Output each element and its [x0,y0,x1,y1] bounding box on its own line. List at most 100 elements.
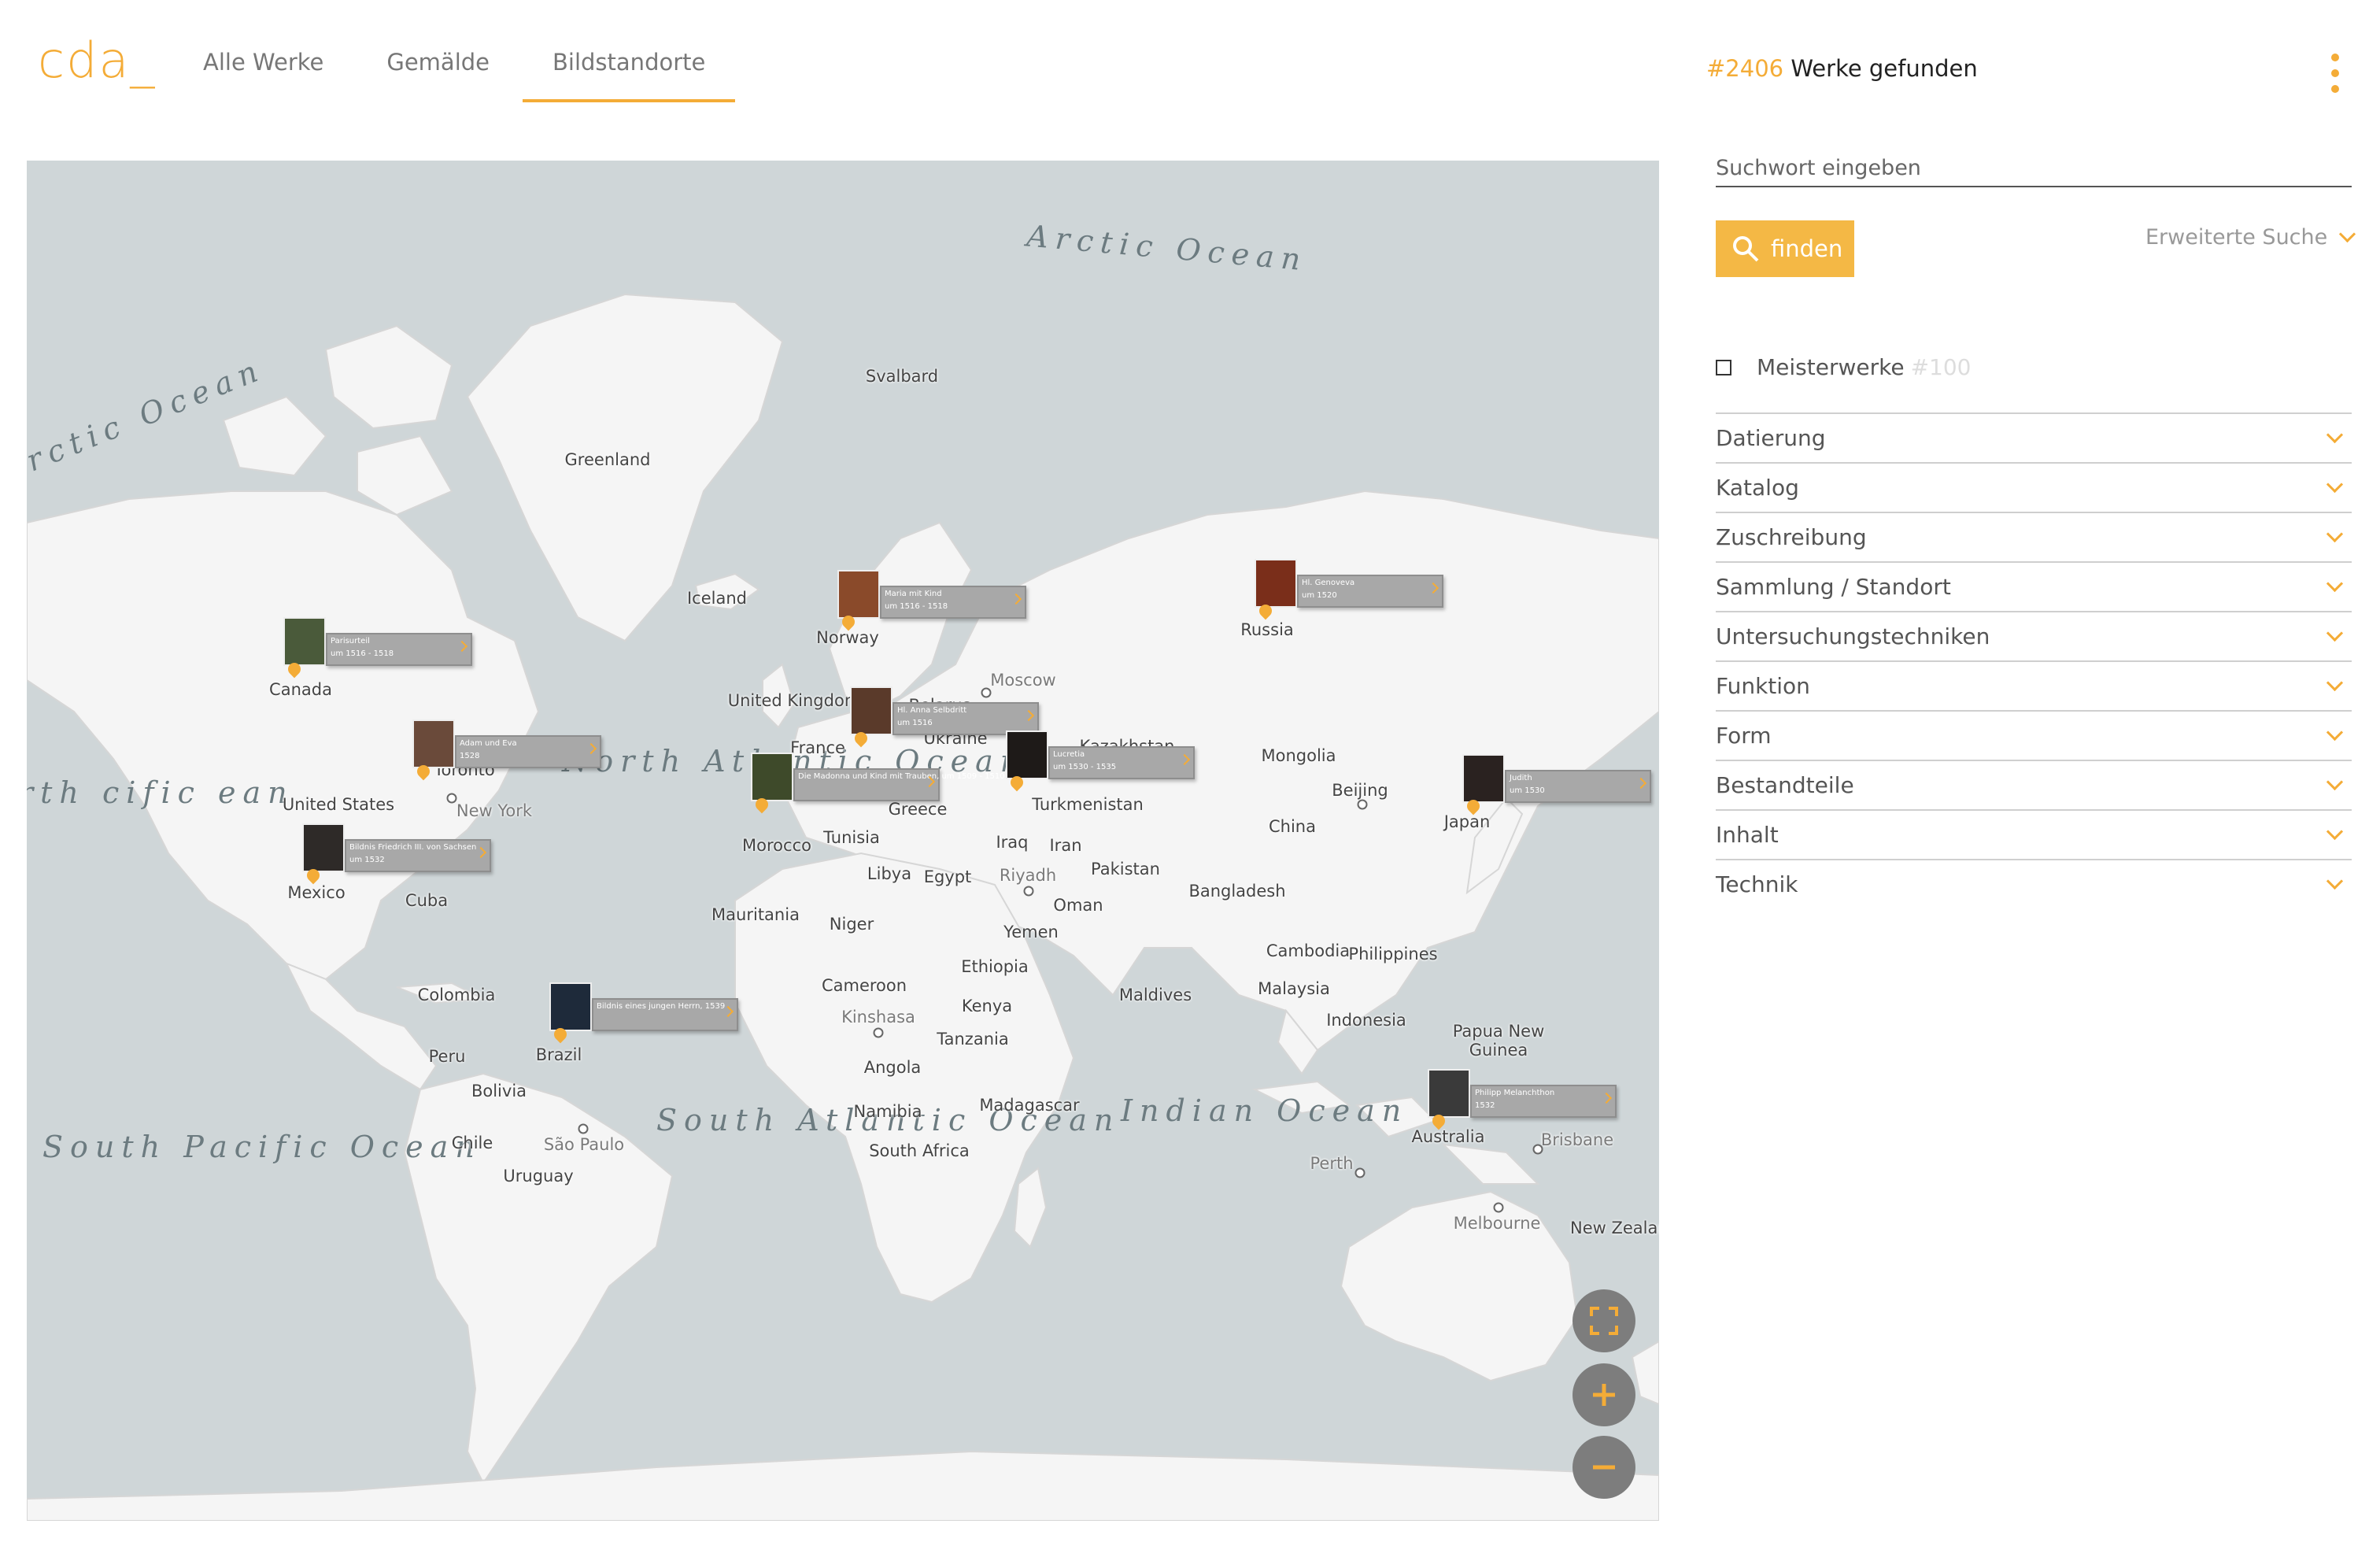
map-label: Brisbane [1540,1130,1614,1149]
map-label: Riyadh [999,866,1057,885]
artwork-thumbnail [751,753,793,801]
map-label: Oman [1053,896,1103,915]
filter-technik[interactable]: Technik [1716,859,2352,908]
masterworks-label: Meisterwerke [1757,354,1905,380]
artwork-popup[interactable]: Maria mit Kind um 1516 - 1518 [880,586,1026,619]
search-icon [1733,236,1759,262]
map-label: Namibia [853,1102,922,1121]
chevron-right-icon [1022,709,1035,722]
filter-funktion[interactable]: Funktion [1716,660,2352,710]
filter-bestandteile[interactable]: Bestandteile [1716,760,2352,809]
filter-inhalt[interactable]: Inhalt [1716,809,2352,859]
artwork-popup[interactable]: Adam und Eva 1528 [455,735,601,768]
filter-untersuchungstechniken[interactable]: Untersuchungstechniken [1716,611,2352,660]
artwork-thumbnail [837,570,880,619]
fullscreen-button[interactable] [1572,1289,1635,1352]
map-label: Egypt [923,867,972,886]
tab-alle-werke[interactable]: Alle Werke [203,49,323,102]
chevron-down-icon [2326,475,2344,494]
zoom-out-button[interactable] [1572,1436,1635,1499]
artwork-title: Hl. Anna Selbdritt [897,706,967,715]
find-button-label: finden [1771,235,1843,262]
zoom-in-button[interactable] [1572,1363,1635,1426]
map-label: United Kingdom [727,691,861,710]
chevron-down-icon [2326,575,2344,593]
map-label: Iraq [996,833,1029,852]
map-label: Kenya [961,997,1013,1015]
map-label: Morocco [742,836,811,855]
artwork-title: Hl. Genoveva [1302,579,1355,587]
artwork-popup[interactable]: Bildnis Friedrich III. von Sachsen um 153… [345,839,491,872]
map-label: Philippines [1348,945,1438,963]
chevron-right-icon [1178,753,1191,766]
filter-label: Funktion [1716,673,1810,699]
map-label: Indonesia [1326,1011,1406,1030]
kebab-menu-icon[interactable] [2331,54,2339,93]
map-label: Svalbard [865,367,939,386]
city-dot-brisbane [1532,1144,1543,1155]
filter-label: Katalog [1716,475,1799,501]
filter-label: Untersuchungstechniken [1716,623,1990,649]
chevron-down-icon [2326,624,2344,642]
map-label: Mauritania [711,905,800,924]
filter-zuschreibung[interactable]: Zuschreibung [1716,512,2352,561]
artwork-popup[interactable]: Lucretia um 1530 - 1535 [1048,746,1195,779]
artwork-popup[interactable]: Judith um 1530 [1505,770,1651,803]
extended-search-label: Erweiterte Suche [2145,225,2328,250]
map-label: Malaysia [1258,979,1330,998]
map-label: Niger [829,915,874,934]
map-label: Mexico [287,883,346,902]
artwork-date: 1528 [460,752,480,760]
chevron-right-icon [1427,582,1439,594]
artwork-popup[interactable]: Parisurteil um 1516 - 1518 [326,633,472,666]
map-label: Angola [863,1058,922,1077]
artwork-popup[interactable]: Hl. Genoveva um 1520 [1297,575,1443,608]
tab-bildstandorte[interactable]: Bildstandorte [523,49,736,102]
artwork-popup[interactable]: Philipp Melanchthon 1532 [1470,1085,1617,1118]
logo[interactable]: cda_ [38,31,156,89]
filter-label: Bestandteile [1716,772,1854,798]
city-dot-moscow [981,687,992,698]
map-label: Papua New Guinea [1452,1022,1545,1060]
filter-label: Inhalt [1716,822,1779,848]
artwork-date: um 1530 [1510,786,1545,795]
city-dot-beijing [1357,799,1368,810]
city-dot-melbourne [1493,1202,1504,1213]
minus-icon [1593,1465,1615,1470]
artwork-thumbnail [412,719,455,768]
artwork-popup[interactable]: Die Madonna und Kind mit Trauben, um 150… [793,768,1005,801]
filter-sammlung-standort[interactable]: Sammlung / Standort [1716,561,2352,611]
filter-katalog[interactable]: Katalog [1716,462,2352,512]
artwork-title: Adam und Eva [460,739,517,748]
search-input[interactable] [1716,150,2352,187]
filter-form[interactable]: Form [1716,710,2352,760]
map-label: Libya [867,864,912,883]
artwork-title: Bildnis Friedrich III. von Sachsen [349,843,477,852]
chevron-down-icon [2326,525,2344,543]
chevron-down-icon [2326,872,2344,890]
map-label: South Africa [869,1141,970,1160]
find-button[interactable]: finden [1716,220,1854,277]
extended-search-toggle[interactable]: Erweiterte Suche [2145,225,2356,250]
map-label: Pakistan [1091,860,1160,878]
filter-label: Datierung [1716,425,1826,451]
filter-datierung[interactable]: Datierung [1716,412,2352,462]
tab-gemaelde[interactable]: Gemälde [386,49,490,102]
artwork-date: um 1516 - 1518 [885,602,948,611]
results-count-number: #2406 [1706,55,1784,82]
city-dot-new-york [446,793,457,804]
map-label: Greenland [564,450,651,469]
artwork-title: Bildnis eines jungen Herrn, 1539 [597,1002,726,1011]
map-label: Cambodia [1266,941,1351,960]
map-label: Madagascar [979,1096,1080,1115]
map-label: Turkmenistan [1032,795,1144,814]
chevron-right-icon [585,742,597,755]
map-label: Peru [428,1047,466,1066]
city-dot-riyadh [1023,886,1034,897]
artwork-popup[interactable]: Bildnis eines jungen Herrn, 1539 [592,998,738,1031]
filter-label: Zuschreibung [1716,524,1867,550]
map-label: United States [282,795,395,814]
world-map[interactable]: Arctic Ocean rctic Ocean North Atlantic … [27,161,1659,1521]
masterworks-checkbox[interactable] [1716,359,1731,375]
artwork-date: um 1516 [897,719,933,727]
